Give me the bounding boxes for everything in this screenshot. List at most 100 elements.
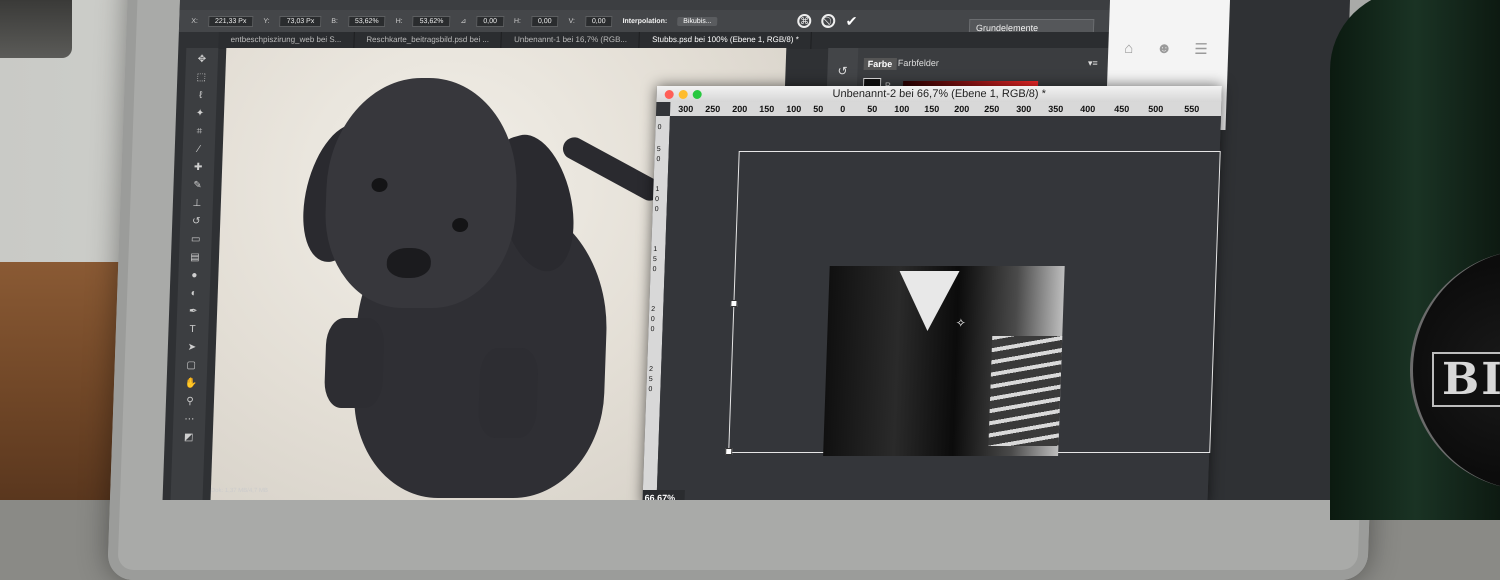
- w-label: B:: [331, 17, 339, 25]
- gradient-tool-icon[interactable]: ▤: [189, 252, 201, 264]
- ruler-tick: 250: [984, 104, 1000, 114]
- ruler-tick: 50: [813, 104, 824, 114]
- transform-center-icon[interactable]: ✧: [955, 316, 966, 330]
- ruler-tick: 550: [1184, 104, 1200, 114]
- document-tabs: entbeschpiszirung_web bei S... Reschkart…: [218, 32, 1109, 49]
- tab-document-2[interactable]: Reschkarte_beitragsbild.psd bei ...: [354, 32, 503, 49]
- wand-tool-icon[interactable]: ✦: [194, 108, 206, 120]
- vskew-label: V:: [568, 17, 576, 25]
- ruler-tick: 0: [650, 316, 655, 323]
- transform-handle-left[interactable]: [730, 300, 738, 307]
- h-field[interactable]: 53,62%: [412, 15, 451, 27]
- lasso-tool-icon[interactable]: ℓ: [194, 90, 206, 102]
- panel-menu-icon[interactable]: ▾≡: [1088, 58, 1098, 69]
- ruler-tick: 0: [657, 124, 662, 131]
- w-field[interactable]: 53,62%: [347, 15, 386, 27]
- tab-document-4[interactable]: Stubbs.psd bei 100% (Ebene 1, RGB/8) *: [639, 32, 813, 49]
- ruler-tick: 400: [1080, 104, 1096, 114]
- ruler-tick: 200: [732, 104, 748, 114]
- ruler-tick: 250: [705, 104, 721, 114]
- x-label: X:: [191, 17, 199, 25]
- angle-icon: ⊿: [460, 18, 467, 25]
- document-canvas: ✧: [656, 116, 1221, 500]
- eyedropper-tool-icon[interactable]: ⁄: [193, 144, 205, 156]
- ruler-tick: 2: [651, 306, 656, 313]
- tab-farbe[interactable]: Farbe: [863, 58, 897, 70]
- vskew-field[interactable]: 0,00: [584, 15, 613, 27]
- y-label: Y:: [263, 17, 270, 25]
- crop-tool-icon[interactable]: ⌗: [193, 126, 205, 138]
- history-icon[interactable]: ↺: [827, 64, 857, 78]
- tab-document-3[interactable]: Unbenannt-1 bei 16,7% (RGB...: [501, 32, 641, 49]
- ruler-tick: 5: [648, 376, 653, 383]
- tools-panel: ✥ ⬚ ℓ ✦ ⌗ ⁄ ✚ ✎ ⊥ ↺ ▭ ▤ ● ◐ ✒ T ➤ ▢ ✋ ⚲ …: [170, 48, 219, 500]
- angle-field[interactable]: 0,00: [476, 15, 505, 27]
- heal-tool-icon[interactable]: ✚: [192, 162, 204, 174]
- hskew-label: H:: [513, 17, 522, 25]
- brush-tool-icon[interactable]: ✎: [191, 180, 203, 192]
- menu-icon[interactable]: ☰: [1194, 40, 1208, 58]
- more-tools-icon[interactable]: ⋯: [183, 414, 195, 426]
- history-brush-icon[interactable]: ↺: [190, 216, 202, 228]
- status-doc-size: Dok: 1,37 MB/4,7 MB: [210, 488, 268, 494]
- ruler-tick: 5: [656, 146, 661, 153]
- home-icon[interactable]: ⌂: [1124, 40, 1134, 57]
- dodge-tool-icon[interactable]: ◐: [188, 288, 200, 300]
- tab-farbfelder[interactable]: Farbfelder: [898, 58, 939, 68]
- move-tool-icon[interactable]: ✥: [196, 54, 208, 66]
- man-in-suit-photo[interactable]: ✧: [823, 266, 1065, 456]
- y-field[interactable]: 73,03 Px: [279, 15, 322, 27]
- ruler-tick: 0: [648, 386, 653, 393]
- ruler-tick: 150: [924, 104, 940, 114]
- ruler-tick: 200: [954, 104, 970, 114]
- document-window: Unbenannt-2 bei 66,7% (Ebene 1, RGB/8) *…: [642, 86, 1222, 500]
- color-swatches-icon[interactable]: ◩: [182, 432, 194, 444]
- laptop-screen: X: 221,33 Px Y: 73,03 Px B: 53,62% H: 53…: [162, 0, 1351, 500]
- ruler-tick: 2: [648, 366, 654, 373]
- zoom-level[interactable]: 66,67%: [642, 490, 685, 500]
- dog-tail: [558, 133, 666, 205]
- dog-leg-left: [323, 318, 385, 408]
- type-tool-icon[interactable]: T: [186, 324, 198, 336]
- smiley-icon[interactable]: ☻: [1156, 40, 1172, 57]
- blur-tool-icon[interactable]: ●: [188, 270, 200, 282]
- ruler-tick: 0: [654, 206, 659, 213]
- ruler-tick: 0: [650, 326, 655, 333]
- ruler-tick: 150: [759, 104, 775, 114]
- ruler-tick: 0: [654, 196, 660, 203]
- ruler-tick: 100: [894, 104, 910, 114]
- cancel-icon[interactable]: ⃠: [821, 14, 836, 28]
- lamp: [0, 0, 72, 58]
- ruler-tick: 450: [1114, 104, 1130, 114]
- stamp-tool-icon[interactable]: ⊥: [191, 198, 203, 210]
- ruler-tick: 50: [867, 104, 878, 114]
- ruler-tick: 300: [1016, 104, 1032, 114]
- transform-handle-bottom-left[interactable]: [725, 448, 733, 455]
- marquee-tool-icon[interactable]: ⬚: [195, 72, 207, 84]
- shape-tool-icon[interactable]: ▢: [185, 360, 197, 372]
- ruler-tick: 100: [786, 104, 802, 114]
- ruler-tick: 1: [653, 246, 658, 253]
- zoom-tool-icon[interactable]: ⚲: [184, 396, 196, 408]
- ruler-tick: 350: [1048, 104, 1064, 114]
- menu-bar: [179, 0, 1111, 10]
- bottle-brand-text: BI: [1432, 352, 1500, 407]
- dog-leg-right: [477, 348, 539, 438]
- ruler-tick: 300: [678, 104, 694, 114]
- ruler-tick: 500: [1148, 104, 1164, 114]
- path-select-icon[interactable]: ➤: [186, 342, 198, 354]
- tab-document-1[interactable]: entbeschpiszirung_web bei S...: [218, 32, 355, 49]
- ruler-tick: 0: [652, 266, 657, 273]
- photo-bench: [988, 336, 1063, 446]
- eraser-tool-icon[interactable]: ▭: [189, 234, 201, 246]
- hand-tool-icon[interactable]: ✋: [184, 378, 197, 390]
- interpolation-label: Interpolation:: [622, 17, 668, 25]
- warp-icon[interactable]: ⌘: [797, 14, 812, 28]
- commit-icon[interactable]: ✔: [845, 13, 857, 30]
- pen-tool-icon[interactable]: ✒: [187, 306, 199, 318]
- interpolation-select[interactable]: Bikubis...: [677, 16, 718, 26]
- ruler-tick: 1: [655, 186, 660, 193]
- window-title: Unbenannt-2 bei 66,7% (Ebene 1, RGB/8) *: [656, 86, 1222, 102]
- hskew-field[interactable]: 0,00: [530, 15, 559, 27]
- x-field[interactable]: 221,33 Px: [207, 15, 254, 27]
